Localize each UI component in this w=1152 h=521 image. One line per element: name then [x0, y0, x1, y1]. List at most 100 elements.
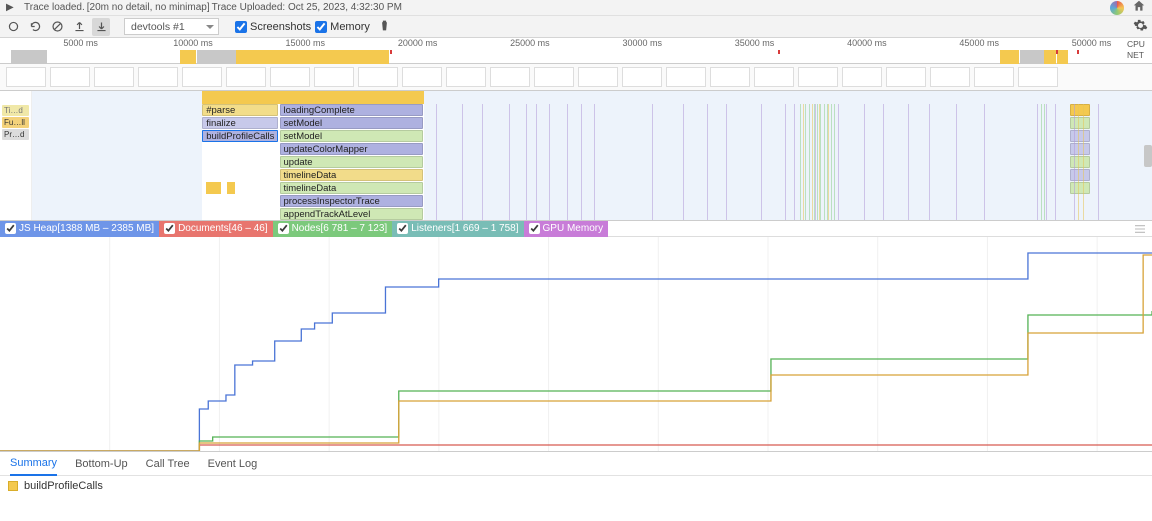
- trash-icon[interactable]: [378, 19, 391, 35]
- track-label[interactable]: Ti…d: [2, 105, 29, 116]
- screenshot-thumb[interactable]: [50, 67, 90, 87]
- overview-marker: [778, 50, 780, 54]
- screenshot-thumb[interactable]: [534, 67, 574, 87]
- clear-button[interactable]: [48, 18, 66, 36]
- flame-entry[interactable]: [1070, 156, 1090, 168]
- memory-checkbox[interactable]: Memory: [315, 21, 370, 33]
- screenshot-thumb[interactable]: [358, 67, 398, 87]
- screenshot-thumb[interactable]: [710, 67, 750, 87]
- ruler-tick: 25000 ms: [510, 38, 550, 48]
- status-uploaded: Trace Uploaded: Oct 25, 2023, 4:32:30 PM: [212, 2, 402, 13]
- ruler-tick: 10000 ms: [173, 38, 213, 48]
- flame-entry[interactable]: [1070, 104, 1090, 116]
- screenshot-thumb[interactable]: [270, 67, 310, 87]
- toolbar: devtools #1 Screenshots Memory: [0, 16, 1152, 38]
- profile-icon[interactable]: [1110, 1, 1124, 15]
- screenshot-thumb[interactable]: [446, 67, 486, 87]
- chart-series-js-heap: [0, 253, 1152, 451]
- home-icon[interactable]: [1132, 0, 1146, 16]
- screenshot-thumb[interactable]: [94, 67, 134, 87]
- screenshot-thumb[interactable]: [490, 67, 530, 87]
- overview-block: [1000, 50, 1019, 64]
- screenshot-thumb[interactable]: [314, 67, 354, 87]
- memory-counters-legend: JS Heap[1388 MB – 2385 MB]Documents[46 –…: [0, 221, 1152, 237]
- counters-menu-icon[interactable]: [1134, 224, 1146, 237]
- flame-entry[interactable]: timelineData: [280, 169, 423, 181]
- screenshots-checkbox[interactable]: Screenshots: [235, 21, 311, 33]
- upload-button[interactable]: [70, 18, 88, 36]
- flame-entry[interactable]: [1070, 169, 1090, 181]
- tab-bottom-up[interactable]: Bottom-Up: [75, 453, 128, 475]
- flame-chart[interactable]: Ti…dFu…llPr…d 5000 ms10000 ms15000 ms200…: [0, 91, 1152, 221]
- tab-event-log[interactable]: Event Log: [208, 453, 258, 475]
- screenshots-strip[interactable]: [0, 64, 1152, 91]
- flame-entry[interactable]: timelineData: [280, 182, 423, 194]
- ruler-tick: 45000 ms: [959, 38, 999, 48]
- screenshot-thumb[interactable]: [798, 67, 838, 87]
- flame-chip[interactable]: [206, 182, 222, 194]
- flame-entry[interactable]: [1070, 130, 1090, 142]
- counter-js-heap[interactable]: JS Heap[1388 MB – 2385 MB]: [0, 221, 159, 237]
- flame-entry[interactable]: [1070, 182, 1090, 194]
- counter-gpu-memory[interactable]: GPU Memory: [524, 221, 609, 237]
- flame-entry[interactable]: loadingComplete: [280, 104, 423, 116]
- flame-entry[interactable]: appendTrackAtLevel: [280, 208, 423, 220]
- screenshot-thumb[interactable]: [226, 67, 266, 87]
- context-dropdown[interactable]: devtools #1: [124, 18, 219, 35]
- flame-entry[interactable]: finalize: [202, 117, 278, 129]
- flame-row: appendTrackAtLevel: [32, 208, 1152, 221]
- counter-documents[interactable]: Documents[46 – 46]: [159, 221, 273, 237]
- flame-entry[interactable]: update: [280, 156, 423, 168]
- screenshot-thumb[interactable]: [930, 67, 970, 87]
- screenshot-thumb[interactable]: [578, 67, 618, 87]
- screenshot-thumb[interactable]: [622, 67, 662, 87]
- screenshot-thumb[interactable]: [754, 67, 794, 87]
- tab-summary[interactable]: Summary: [10, 452, 57, 476]
- status-bar: ▶ Trace loaded. [20m no detail, no minim…: [0, 0, 1152, 16]
- counter-nodes[interactable]: Nodes[6 781 – 7 123]: [273, 221, 393, 237]
- screenshot-thumb[interactable]: [1018, 67, 1058, 87]
- overview-block: [1057, 50, 1068, 64]
- screenshot-thumb[interactable]: [182, 67, 222, 87]
- screenshot-thumb[interactable]: [842, 67, 882, 87]
- overview-block: [1020, 50, 1044, 64]
- screenshot-thumb[interactable]: [138, 67, 178, 87]
- overview-block: [1044, 50, 1056, 64]
- flame-chip[interactable]: [227, 182, 235, 194]
- flame-entry[interactable]: buildProfileCalls: [202, 130, 278, 142]
- tab-call-tree[interactable]: Call Tree: [146, 453, 190, 475]
- ruler-tick: 35000 ms: [735, 38, 775, 48]
- screenshot-thumb[interactable]: [974, 67, 1014, 87]
- play-icon[interactable]: ▶: [6, 2, 16, 13]
- ruler-tick: 40000 ms: [847, 38, 887, 48]
- overview-block: [197, 50, 235, 64]
- flame-entry[interactable]: [1070, 143, 1090, 155]
- ruler-tick: 5000 ms: [63, 38, 98, 48]
- reload-button[interactable]: [26, 18, 44, 36]
- screenshot-thumb[interactable]: [666, 67, 706, 87]
- download-button[interactable]: [92, 18, 110, 36]
- flame-entry[interactable]: updateColorMapper: [280, 143, 423, 155]
- chart-series-nodes: [0, 311, 1152, 451]
- flame-entry[interactable]: setModel: [280, 130, 423, 142]
- screenshot-thumb[interactable]: [402, 67, 442, 87]
- resize-handle[interactable]: [1144, 145, 1152, 167]
- status-detail: [20m no detail, no minimap]: [87, 2, 210, 13]
- record-button[interactable]: [4, 18, 22, 36]
- ruler-tick: 50000 ms: [1072, 38, 1112, 48]
- flame-entry[interactable]: #parse: [202, 104, 278, 116]
- selection-swatch: [8, 481, 18, 491]
- flame-row: finalizesetModel: [32, 117, 1152, 130]
- counter-listeners[interactable]: Listeners[1 669 – 1 758]: [392, 221, 523, 237]
- overview-block: [236, 50, 250, 64]
- track-label[interactable]: Pr…d: [2, 129, 29, 140]
- settings-icon[interactable]: [1133, 18, 1148, 36]
- flame-entry[interactable]: processInspectorTrace: [280, 195, 423, 207]
- flame-entry[interactable]: [1070, 117, 1090, 129]
- overview-timeline[interactable]: 5000 ms10000 ms15000 ms20000 ms25000 ms3…: [0, 38, 1152, 64]
- screenshot-thumb[interactable]: [6, 67, 46, 87]
- screenshot-thumb[interactable]: [886, 67, 926, 87]
- track-label[interactable]: Fu…ll: [2, 117, 29, 128]
- flame-entry[interactable]: setModel: [280, 117, 423, 129]
- memory-line-chart[interactable]: [0, 237, 1152, 451]
